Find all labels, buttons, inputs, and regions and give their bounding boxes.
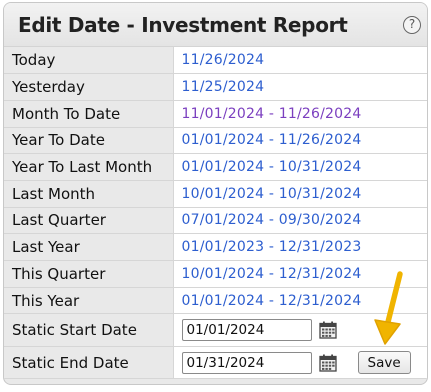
range-row-this-year: This Year 01/01/2024 - 12/31/2024 — [4, 287, 427, 315]
range-label: This Year — [4, 287, 174, 315]
range-row-last-quarter: Last Quarter 07/01/2024 - 09/30/2024 — [4, 207, 427, 235]
help-icon[interactable]: ? — [403, 16, 421, 34]
static-start-date-input[interactable] — [181, 319, 312, 342]
range-link-last-month[interactable]: 10/01/2024 - 10/31/2024 — [182, 186, 362, 202]
static-start-label: Static Start Date — [4, 313, 174, 347]
range-link-last-quarter[interactable]: 07/01/2024 - 09/30/2024 — [182, 212, 362, 228]
range-link-this-year[interactable]: 01/01/2024 - 12/31/2024 — [182, 293, 362, 309]
range-label: Last Year — [4, 233, 174, 261]
calendar-icon[interactable] — [318, 353, 338, 373]
range-row-month-to-date: Month To Date 11/01/2024 - 11/26/2024 — [4, 100, 427, 128]
range-row-today: Today 11/26/2024 — [4, 47, 427, 75]
range-label: Last Month — [4, 180, 174, 208]
range-link-year-to-last-month[interactable]: 01/01/2024 - 10/31/2024 — [182, 159, 362, 175]
range-label: Month To Date — [4, 100, 174, 128]
range-label: Year To Date — [4, 127, 174, 155]
edit-date-dialog: Edit Date - Investment Report ? Today 11… — [3, 2, 428, 385]
range-link-last-year[interactable]: 01/01/2023 - 12/31/2023 — [182, 239, 362, 255]
save-button[interactable]: Save — [357, 351, 411, 375]
range-link-this-quarter[interactable]: 10/01/2024 - 12/31/2024 — [182, 266, 362, 282]
range-row-year-to-date: Year To Date 01/01/2024 - 11/26/2024 — [4, 127, 427, 155]
range-row-this-quarter: This Quarter 10/01/2024 - 12/31/2024 — [4, 260, 427, 288]
range-label: Yesterday — [4, 73, 174, 101]
range-label: Today — [4, 47, 174, 75]
date-range-table: Today 11/26/2024 Yesterday 11/25/2024 Mo… — [4, 47, 427, 380]
range-label: This Quarter — [4, 260, 174, 288]
range-row-last-year: Last Year 01/01/2023 - 12/31/2023 — [4, 233, 427, 261]
static-end-row: Static End Date 01/31/2024 Save — [4, 346, 427, 380]
range-link-today[interactable]: 11/26/2024 — [182, 52, 265, 68]
dialog-header: Edit Date - Investment Report — [4, 3, 427, 47]
range-row-yesterday: Yesterday 11/25/2024 — [4, 73, 427, 101]
calendar-icon[interactable] — [318, 320, 338, 340]
static-end-label: Static End Date — [4, 346, 174, 380]
static-end-date-input[interactable] — [181, 351, 312, 374]
range-link-month-to-date[interactable]: 11/01/2024 - 11/26/2024 — [182, 106, 362, 122]
range-row-last-month: Last Month 10/01/2024 - 10/31/2024 — [4, 180, 427, 208]
range-link-year-to-date[interactable]: 01/01/2024 - 11/26/2024 — [182, 132, 362, 148]
range-label: Year To Last Month — [4, 153, 174, 181]
range-link-yesterday[interactable]: 11/25/2024 — [182, 79, 265, 95]
dialog-title: Edit Date - Investment Report — [18, 12, 348, 37]
range-label: Last Quarter — [4, 207, 174, 235]
range-row-year-to-last-month: Year To Last Month 01/01/2024 - 10/31/20… — [4, 153, 427, 181]
static-start-row: Static Start Date — [4, 313, 427, 347]
